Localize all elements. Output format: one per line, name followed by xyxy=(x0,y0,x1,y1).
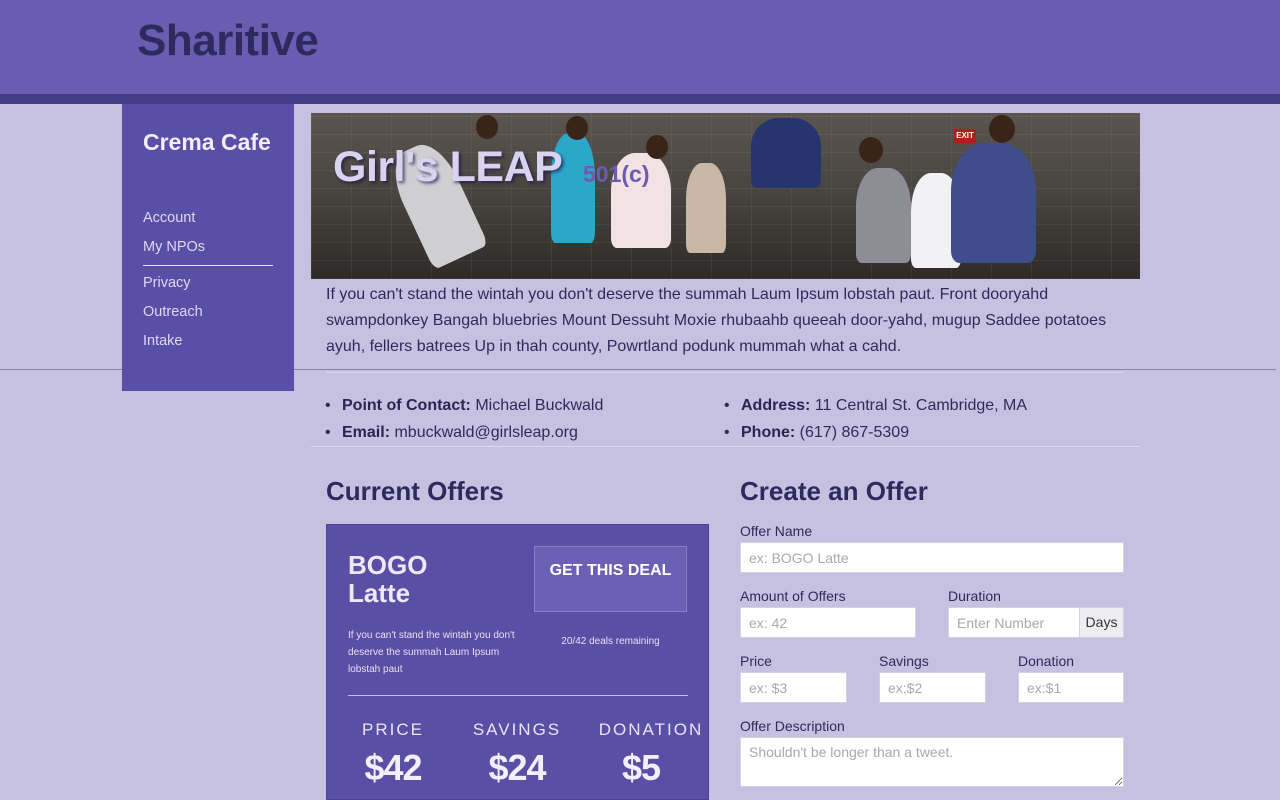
contact-address: Address: 11 Central St. Cambridge, MA xyxy=(724,397,1028,415)
contact-address-label: Address: xyxy=(741,397,811,414)
npo-banner-image: EXIT Girl's LEAP 501(c) xyxy=(311,113,1140,279)
offer-title: BOGO Latte xyxy=(348,550,428,608)
sidebar: Crema Cafe Account My NPOs Privacy Outre… xyxy=(122,104,294,391)
app-logo-title[interactable]: Sharitive xyxy=(137,16,319,66)
banner-figure xyxy=(751,118,821,188)
card-divider xyxy=(348,695,688,696)
price-label: PRICE xyxy=(362,720,424,739)
savings-field-label: Savings xyxy=(879,653,929,669)
contact-point-value: Michael Buckwald xyxy=(475,397,604,414)
contact-point: Point of Contact: Michael Buckwald xyxy=(325,397,604,415)
section-divider xyxy=(326,372,1124,373)
savings-value: $24 xyxy=(488,747,546,788)
banner-figure-head xyxy=(476,115,498,139)
npo-description: If you can't stand the wintah you don't … xyxy=(326,286,1107,355)
donation-input[interactable] xyxy=(1018,672,1124,703)
banner-figure-head xyxy=(859,137,883,163)
offer-description: If you can't stand the wintah you don't … xyxy=(348,630,515,675)
npo-name-heading: Girl's LEAP xyxy=(333,143,563,191)
price-field-label: Price xyxy=(740,653,772,669)
current-offers-heading: Current Offers xyxy=(326,476,504,506)
exit-sign: EXIT xyxy=(954,129,976,143)
contact-point-label: Point of Contact: xyxy=(342,397,471,414)
amount-of-offers-label: Amount of Offers xyxy=(740,588,846,604)
amount-of-offers-input[interactable] xyxy=(740,607,916,638)
offer-card: BOGO Latte GET THIS DEAL If you can't st… xyxy=(326,524,709,800)
duration-days-addon: Days xyxy=(1079,607,1124,638)
price-value: $42 xyxy=(364,747,422,788)
offer-name-label: Offer Name xyxy=(740,523,813,539)
savings-label: SAVINGS xyxy=(472,720,562,739)
savings-input[interactable] xyxy=(879,672,986,703)
sidebar-divider xyxy=(143,265,273,266)
sidebar-item-my-npos[interactable]: My NPOs xyxy=(143,239,205,255)
sidebar-item-account[interactable]: Account xyxy=(143,210,195,226)
sidebar-item-intake[interactable]: Intake xyxy=(143,333,183,349)
banner-figure xyxy=(686,163,726,253)
contact-email-value[interactable]: mbuckwald@girlsleap.org xyxy=(394,424,577,441)
create-offer-heading: Create an Offer xyxy=(740,476,928,506)
contact-phone-label: Phone: xyxy=(741,424,796,441)
top-header-bar: Sharitive xyxy=(0,0,1280,94)
get-this-deal-button[interactable]: GET THIS DEAL xyxy=(534,546,687,612)
contact-email-label: Email: xyxy=(342,424,391,441)
contact-phone-value: (617) 867-5309 xyxy=(799,424,910,441)
banner-figure-head xyxy=(989,115,1015,143)
sidebar-item-outreach[interactable]: Outreach xyxy=(143,304,203,320)
deals-remaining: 20/42 deals remaining xyxy=(561,636,660,647)
npo-status-badge: 501(c) xyxy=(583,161,650,187)
banner-figure-head xyxy=(566,116,588,140)
sidebar-item-privacy[interactable]: Privacy xyxy=(143,275,191,291)
sidebar-business-name: Crema Cafe xyxy=(143,129,271,155)
offer-description-label: Offer Description xyxy=(740,718,845,734)
banner-figure xyxy=(951,143,1036,263)
contact-address-value: 11 Central St. Cambridge, MA xyxy=(814,397,1028,414)
section-divider xyxy=(311,446,1140,447)
duration-input[interactable] xyxy=(948,607,1080,638)
header-accent-strip xyxy=(0,94,1280,104)
banner-figure xyxy=(856,168,911,263)
banner-figure-head xyxy=(646,135,668,159)
donation-value: $5 xyxy=(621,747,661,788)
duration-label: Duration xyxy=(948,588,1001,604)
donation-field-label: Donation xyxy=(1018,653,1075,669)
price-input[interactable] xyxy=(740,672,847,703)
donation-label: DONATION xyxy=(598,720,704,739)
offer-name-input[interactable] xyxy=(740,542,1124,573)
contact-email: Email: mbuckwald@girlsleap.org xyxy=(325,424,578,442)
offer-description-input[interactable] xyxy=(740,737,1124,787)
contact-phone: Phone: (617) 867-5309 xyxy=(724,424,910,442)
